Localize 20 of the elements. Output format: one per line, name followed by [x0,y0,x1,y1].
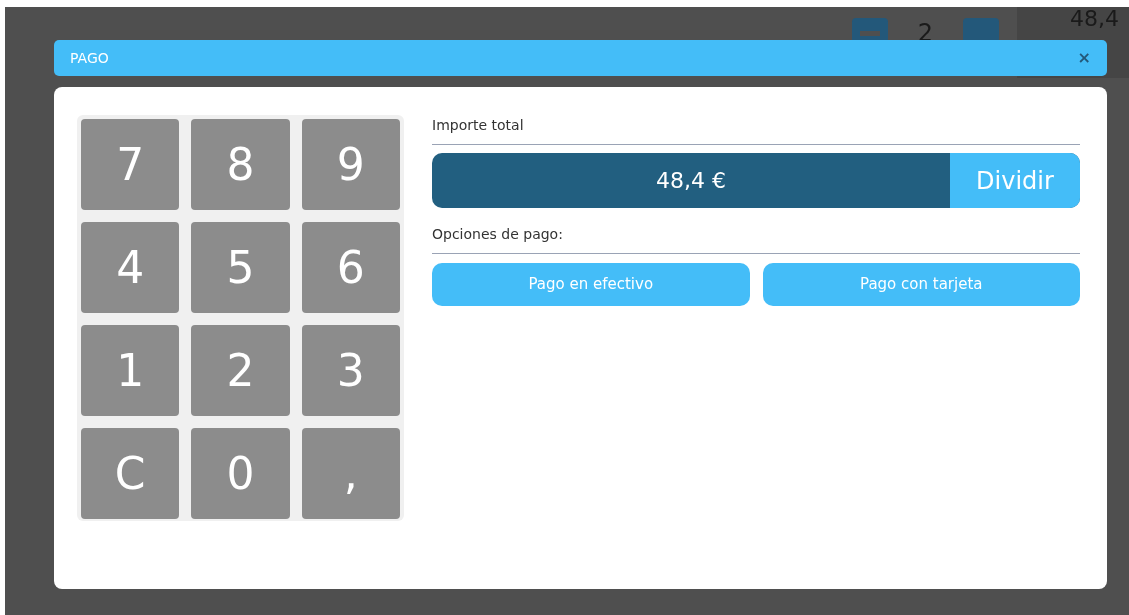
keypad-key[interactable]: 7 [81,119,180,210]
keypad-key[interactable]: 9 [301,119,400,210]
payment-option-button[interactable]: Pago en efectivo [432,263,750,306]
keypad-key[interactable]: , [301,428,400,519]
close-button[interactable]: × [1077,50,1091,66]
keypad-key[interactable]: 2 [191,325,290,416]
payment-option-button[interactable]: Pago con tarjeta [762,263,1080,306]
keypad-key[interactable]: 0 [191,428,290,519]
split-button[interactable]: Dividir [950,153,1080,208]
total-amount: 48,4 € [655,167,727,195]
keypad-key[interactable]: C [81,428,180,519]
keypad-key[interactable]: 1 [81,325,180,416]
keypad-key[interactable]: 8 [191,119,290,210]
keypad-key[interactable]: 6 [301,222,400,313]
dialog-title: PAGO [70,48,109,68]
keypad-key[interactable]: 4 [81,222,180,313]
total-label: Importe total [432,115,1080,145]
keypad-key[interactable]: 5 [191,222,290,313]
payment-options-label: Opciones de pago: [432,224,1080,254]
keypad-key[interactable]: 3 [301,325,400,416]
